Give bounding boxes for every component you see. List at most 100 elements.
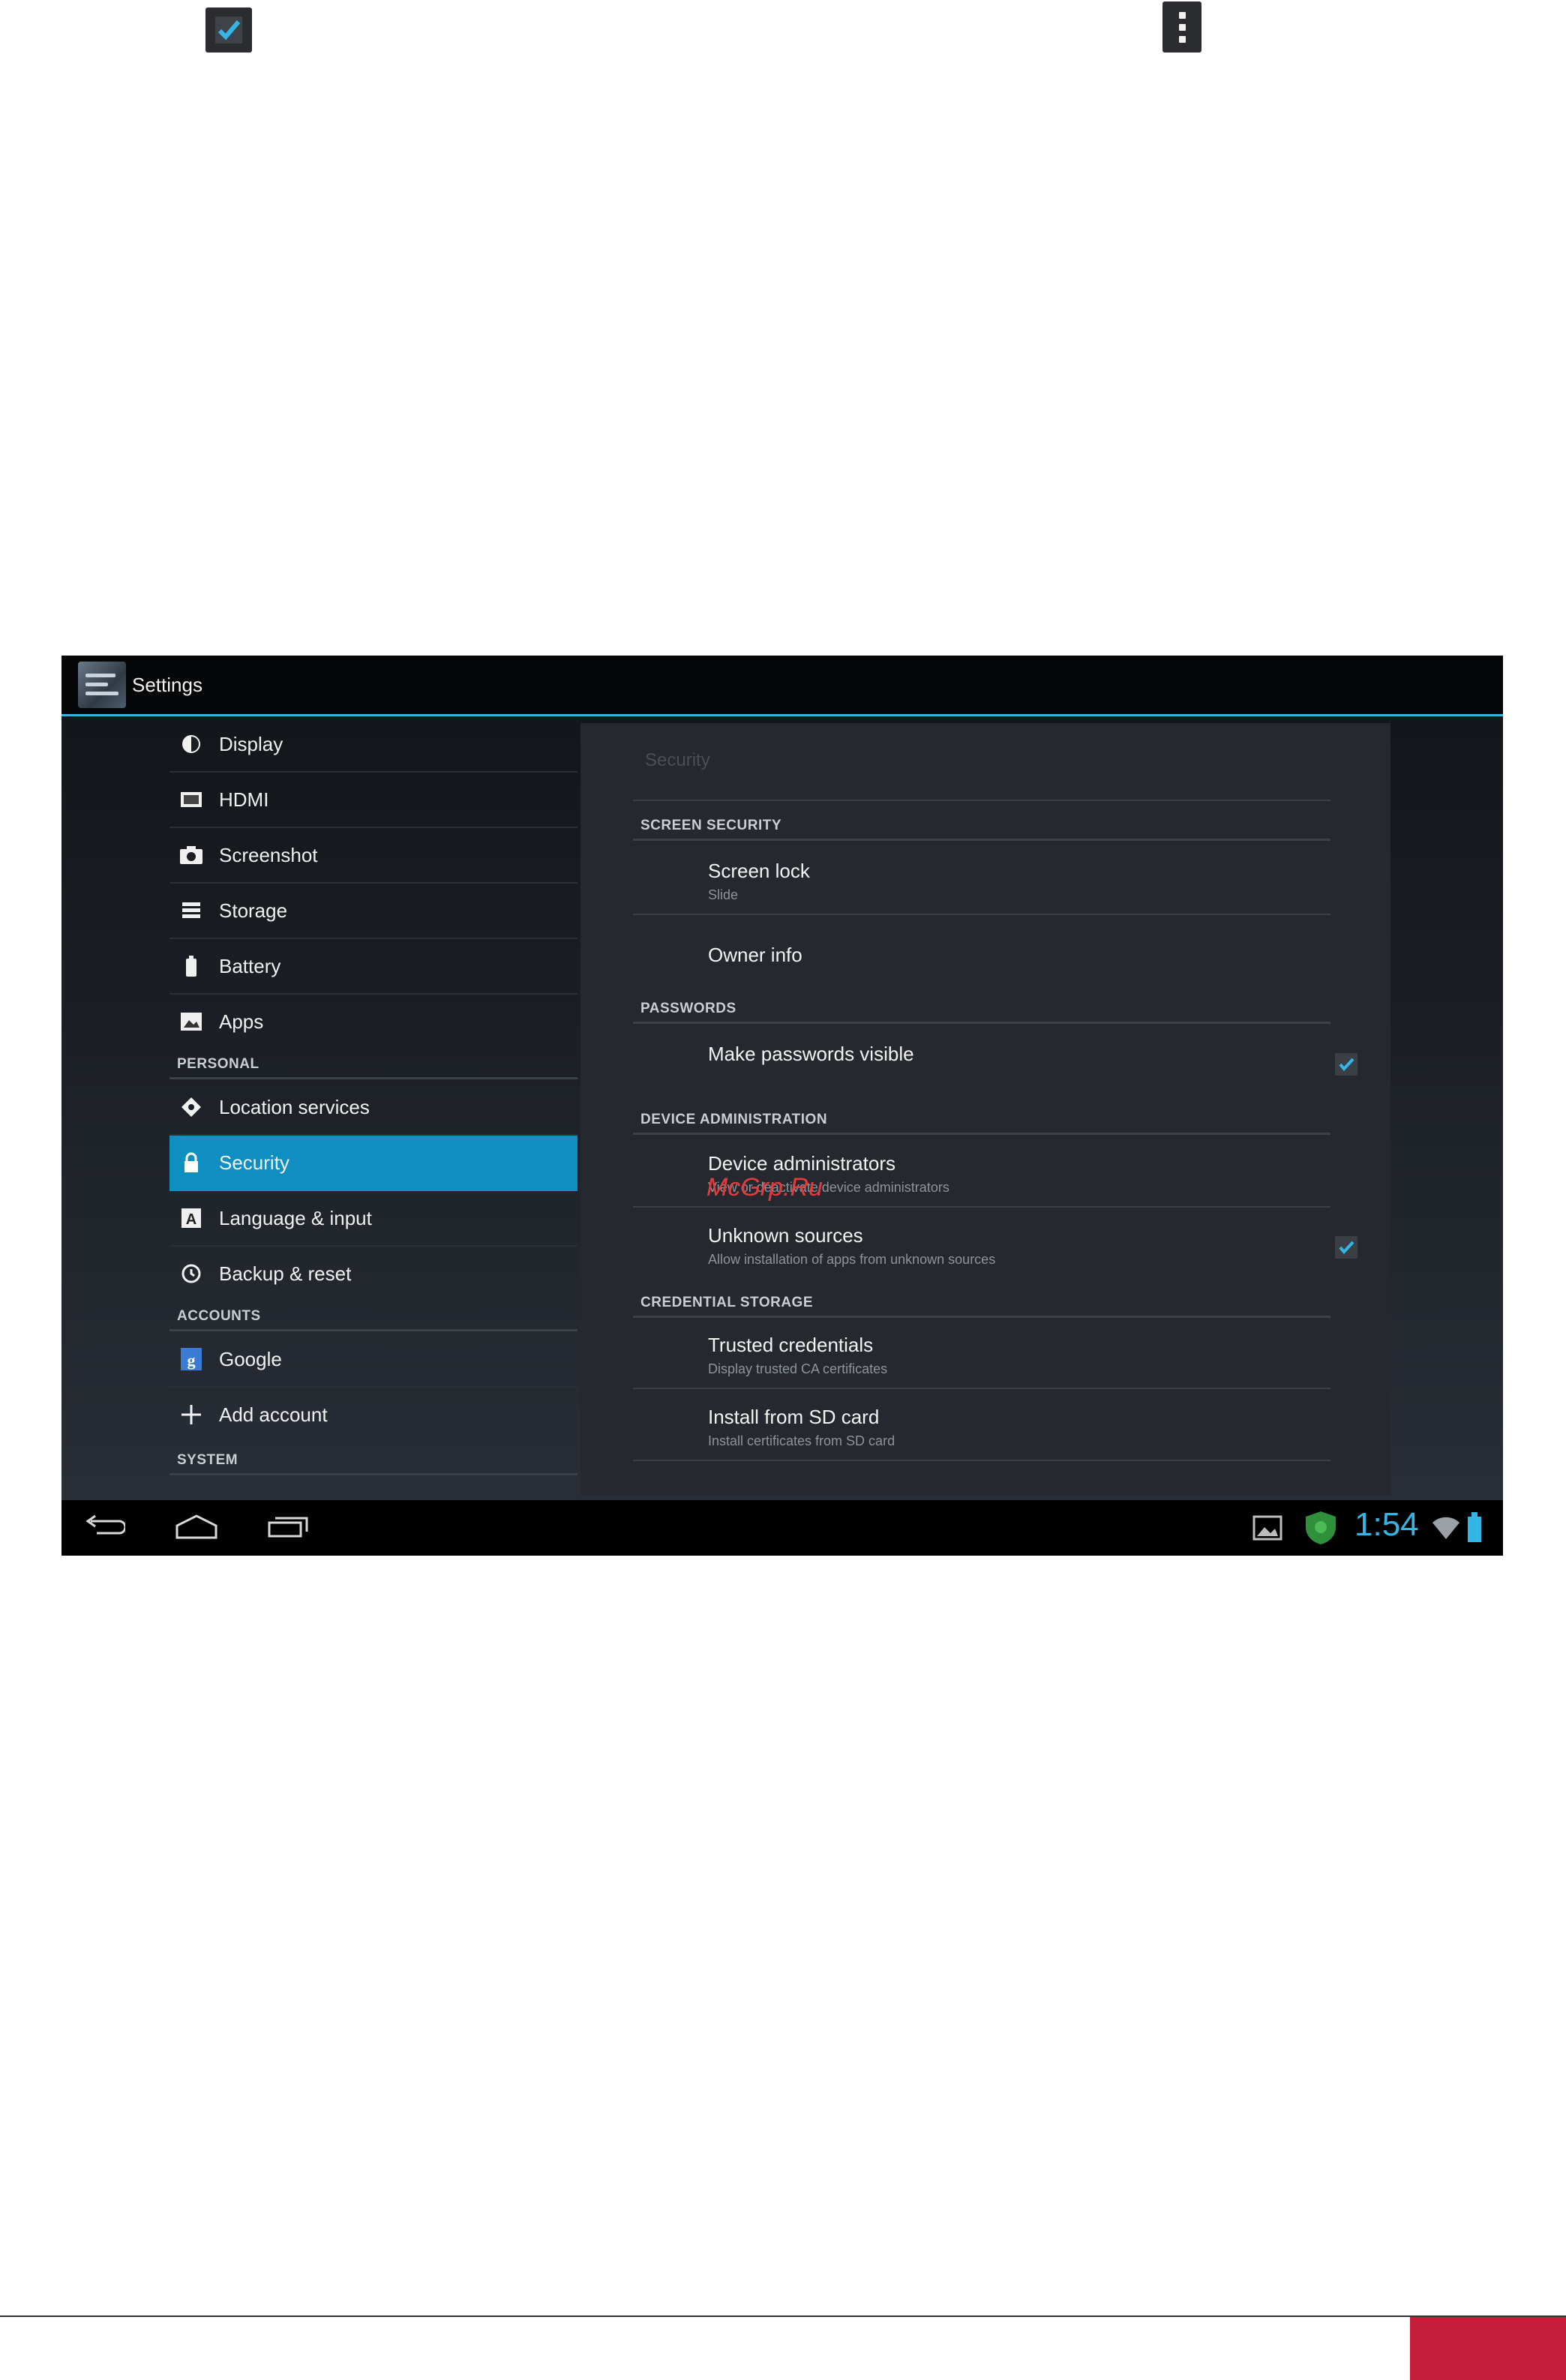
plus-icon: [178, 1402, 204, 1427]
pref-title: Make passwords visible: [708, 1043, 914, 1065]
divider: [633, 914, 1330, 915]
nav-item-label: Google: [219, 1347, 282, 1370]
system-bar: 1:54: [62, 1500, 1503, 1556]
pref-summary: Display trusted CA certificates: [708, 1361, 888, 1376]
pref-summary: Install certificates from SD card: [708, 1433, 896, 1448]
nav-item-label: Screenshot: [219, 843, 318, 866]
nav-item-language-input[interactable]: A Language & input: [170, 1191, 578, 1247]
footer-page-tab: [1410, 2317, 1566, 2380]
overflow-menu-icon: [1162, 2, 1202, 53]
nav-item-add-account[interactable]: Add account: [170, 1388, 578, 1442]
unknown-sources-checkbox[interactable]: [1335, 1236, 1358, 1259]
language-icon: A: [178, 1205, 204, 1231]
nav-header-personal: PERSONAL: [177, 1056, 260, 1072]
svg-text:g: g: [188, 1351, 196, 1370]
pref-title: Owner info: [708, 944, 802, 966]
app-title: Settings: [132, 673, 202, 696]
divider: [170, 1329, 578, 1331]
nav-header-system: SYSTEM: [177, 1452, 238, 1468]
divider: [170, 1077, 578, 1079]
location-icon: [178, 1094, 204, 1120]
nav-item-screenshot[interactable]: Screenshot: [170, 828, 578, 884]
nav-item-label: Security: [219, 1151, 290, 1174]
nav-item-backup-reset[interactable]: Backup & reset: [170, 1247, 578, 1301]
pref-title: Screen lock: [708, 860, 810, 882]
recent-apps-icon: [266, 1514, 310, 1543]
pref-summary: Allow installation of apps from unknown …: [708, 1252, 996, 1267]
nav-item-location-services[interactable]: Location services: [170, 1080, 578, 1136]
pref-summary: Slide: [708, 887, 739, 902]
divider: [633, 1022, 1330, 1024]
watermark: McGrp.Ru: [706, 1173, 823, 1202]
divider: [633, 839, 1330, 841]
google-icon: g: [178, 1346, 204, 1372]
nav-item-label: Display: [219, 732, 284, 755]
shield-notification-icon[interactable]: [1302, 1509, 1340, 1550]
pref-unknown-sources[interactable]: Unknown sources Allow installation of ap…: [708, 1224, 995, 1268]
settings-nav: Display HDMI Screenshot Storage Battery: [170, 717, 638, 1490]
nav-header-accounts: ACCOUNTS: [177, 1308, 261, 1324]
checkbox-icon: [206, 8, 252, 53]
nav-item-display[interactable]: Display: [170, 717, 578, 773]
divider: [633, 1388, 1330, 1389]
divider: [633, 1206, 1330, 1208]
gallery-notification-icon[interactable]: [1252, 1515, 1282, 1544]
divider: [170, 1473, 578, 1475]
pref-title: Unknown sources: [708, 1224, 863, 1247]
apps-icon: [178, 1009, 204, 1034]
hdmi-icon: [178, 787, 204, 812]
pref-owner-info[interactable]: Owner info: [708, 944, 802, 967]
nav-item-label: Storage: [219, 899, 288, 922]
status-clock: 1:54: [1354, 1506, 1419, 1543]
backup-icon: [178, 1261, 204, 1286]
settings-app-icon[interactable]: [78, 662, 126, 708]
brightness-icon: [178, 731, 204, 757]
pref-trusted-credentials[interactable]: Trusted credentials Display trusted CA c…: [708, 1334, 887, 1377]
nav-item-battery[interactable]: Battery: [170, 939, 578, 995]
passwords-visible-checkbox[interactable]: [1335, 1053, 1358, 1076]
pref-install-from-sd-card[interactable]: Install from SD card Install certificate…: [708, 1406, 895, 1449]
lock-icon: [178, 1150, 204, 1175]
svg-text:A: A: [186, 1211, 196, 1228]
divider: [633, 1460, 1330, 1461]
nav-item-label: Backup & reset: [219, 1262, 352, 1285]
camera-icon: [178, 842, 204, 868]
nav-item-label: Add account: [219, 1403, 328, 1426]
divider: [633, 800, 1330, 801]
battery-status-icon: [1466, 1511, 1484, 1547]
nav-item-label: Apps: [219, 1010, 264, 1033]
section-header-screen-security: SCREEN SECURITY: [640, 818, 782, 833]
section-header-passwords: PASSWORDS: [640, 1001, 736, 1016]
storage-icon: [178, 898, 204, 923]
divider: [633, 1316, 1330, 1318]
divider: [633, 1133, 1330, 1135]
pref-title: Device administrators: [708, 1152, 896, 1175]
pref-screen-lock[interactable]: Screen lock Slide: [708, 860, 810, 903]
nav-item-label: Battery: [219, 954, 281, 977]
section-header-credential-storage: CREDENTIAL STORAGE: [640, 1295, 813, 1310]
panel-title: Security: [645, 750, 710, 770]
nav-item-apps[interactable]: Apps: [170, 995, 578, 1049]
recent-apps-button[interactable]: [258, 1508, 318, 1548]
footer-rule: [0, 2315, 1566, 2317]
pref-make-passwords-visible[interactable]: Make passwords visible: [708, 1043, 914, 1066]
nav-item-label: HDMI: [219, 788, 269, 811]
nav-item-hdmi[interactable]: HDMI: [170, 773, 578, 828]
nav-item-label: Language & input: [219, 1206, 372, 1229]
action-bar: Settings: [62, 656, 1503, 716]
nav-item-storage[interactable]: Storage: [170, 884, 578, 939]
back-button[interactable]: [74, 1508, 134, 1548]
section-header-device-administration: DEVICE ADMINISTRATION: [640, 1112, 828, 1127]
back-icon: [82, 1514, 127, 1543]
nav-item-security[interactable]: Security: [170, 1136, 578, 1191]
tablet-screenshot: Settings Display HDMI Screenshot Storage…: [62, 656, 1503, 1556]
pref-title: Install from SD card: [708, 1406, 880, 1428]
battery-icon: [178, 953, 204, 979]
wifi-icon: [1431, 1517, 1461, 1544]
home-button[interactable]: [166, 1508, 226, 1548]
security-panel: Security SCREEN SECURITY Screen lock Sli…: [580, 723, 1390, 1496]
pref-title: Trusted credentials: [708, 1334, 874, 1356]
nav-item-google[interactable]: g Google: [170, 1332, 578, 1388]
nav-item-label: Location services: [219, 1095, 370, 1118]
home-icon: [174, 1514, 219, 1543]
